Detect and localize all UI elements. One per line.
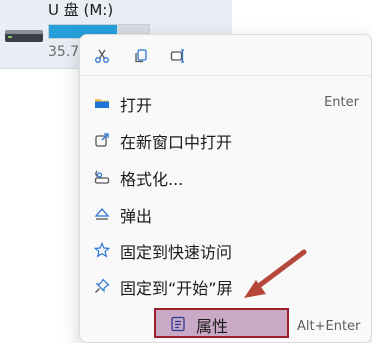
copy-button[interactable] [130, 45, 152, 67]
star-icon [94, 242, 110, 258]
drive-size-text: 35.7 [48, 44, 80, 60]
quick-actions-bar [80, 35, 371, 76]
menu-item-pin-quick-access[interactable]: 固定到快速访问 [86, 235, 365, 265]
pin-icon [94, 278, 110, 294]
cut-icon [95, 49, 109, 63]
menu-item-properties[interactable]: 属性 [154, 308, 289, 338]
cut-button[interactable] [91, 45, 113, 67]
rename-button[interactable] [167, 45, 189, 67]
properties-icon [170, 316, 186, 332]
menu-item-label: 在新窗口中打开 [120, 133, 233, 152]
format-drive-icon [94, 169, 110, 185]
menu-item-label: 打开 [120, 96, 153, 115]
menu-item-pin-to-start[interactable]: 固定到“开始”屏 [86, 271, 365, 301]
menu-item-eject[interactable]: 弹出 [86, 199, 365, 229]
context-menu: 打开 Enter 在新窗口中打开 格式化... 弹出 固定到快速访问 固定到“开… [79, 34, 372, 343]
menu-item-label: 格式化... [120, 170, 184, 189]
folder-icon [94, 95, 110, 111]
menu-item-label: 固定到“开始”屏 [120, 279, 233, 298]
menu-item-shortcut: Enter [324, 95, 359, 110]
menu-item-label: 弹出 [120, 207, 153, 226]
menu-item-format[interactable]: 格式化... [86, 162, 365, 192]
file-explorer-view: U 盘 (M:) 35.7 打开 Enter 在新窗口中打开 格式化... 弹出… [0, 0, 372, 343]
eject-icon [94, 206, 110, 222]
menu-item-open[interactable]: 打开 Enter [86, 88, 365, 118]
open-new-window-icon [94, 132, 110, 148]
drive-name: U 盘 (M:) [48, 1, 114, 19]
menu-item-label: 固定到快速访问 [120, 243, 233, 262]
menu-item-label: 属性 [196, 317, 229, 336]
properties-shortcut: Alt+Enter [297, 319, 361, 334]
usb-drive-icon [4, 24, 44, 50]
copy-icon [135, 49, 147, 63]
rename-icon [170, 49, 184, 63]
menu-item-open-new-window[interactable]: 在新窗口中打开 [86, 125, 365, 155]
